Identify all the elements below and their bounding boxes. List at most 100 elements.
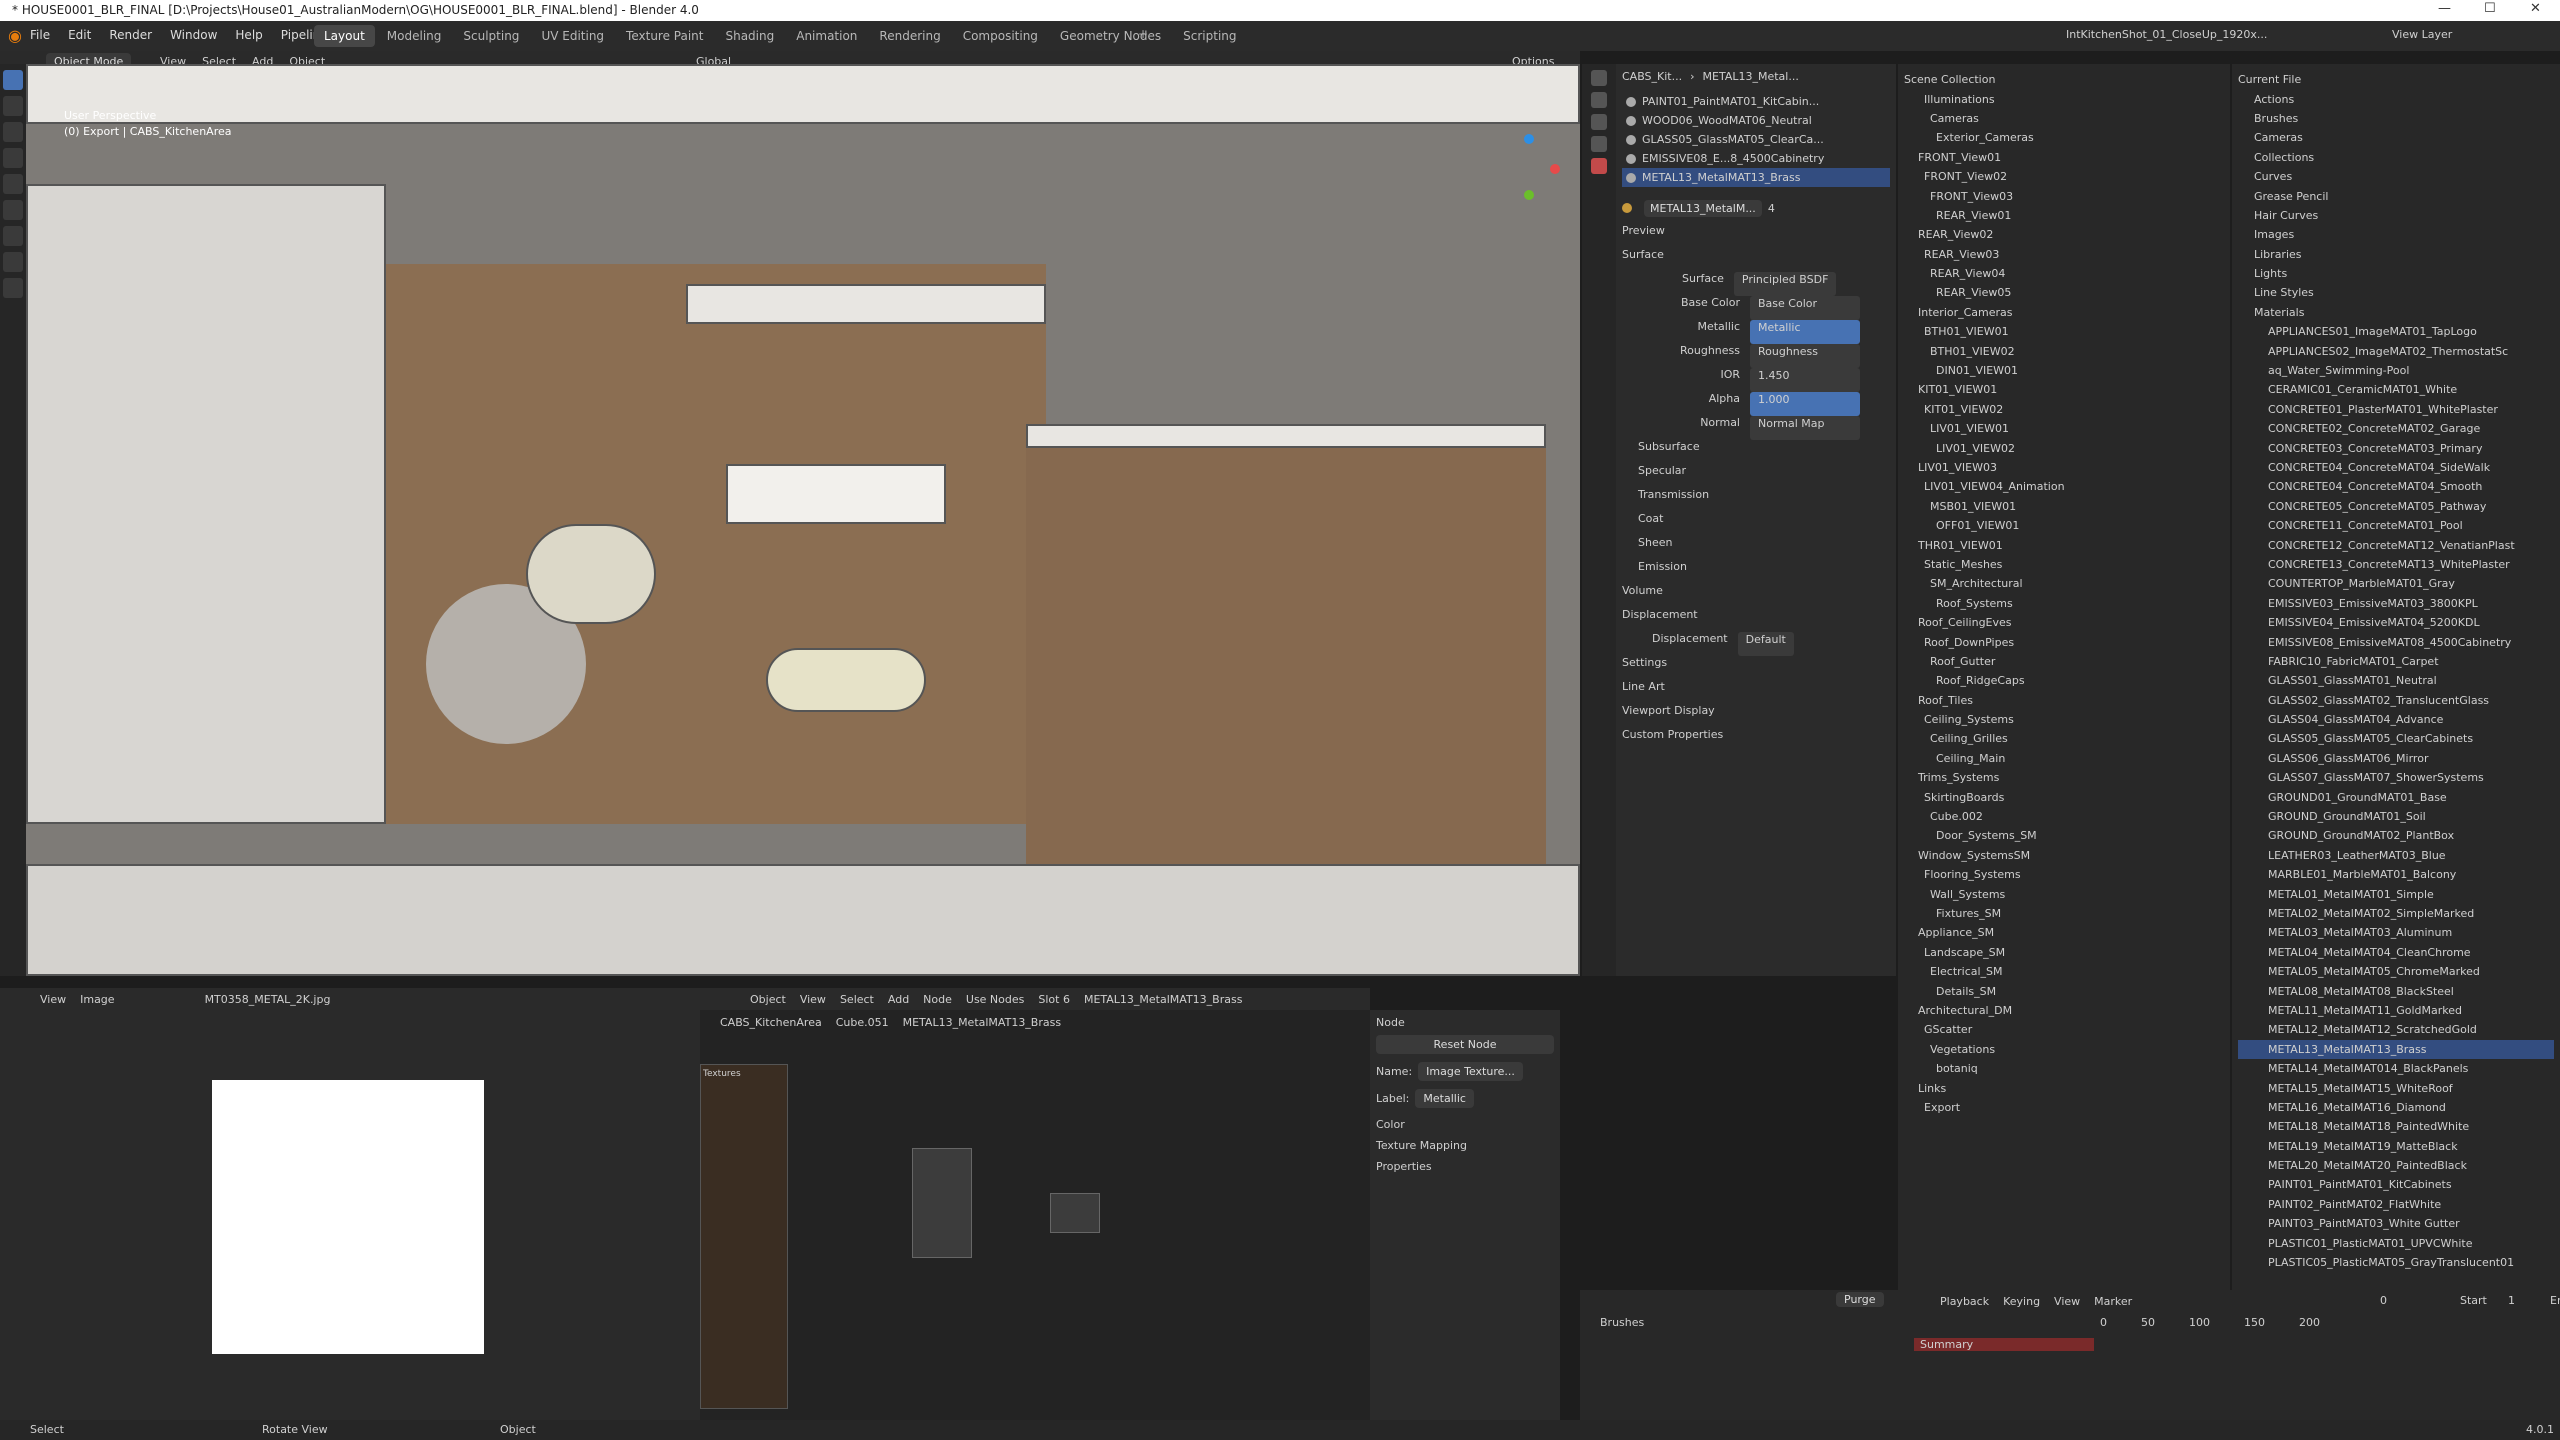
purge-button[interactable]: Purge — [1836, 1292, 1884, 1307]
outliner-item[interactable]: Window_SystemsSM — [1904, 846, 2224, 865]
blend-item[interactable]: CONCRETE04_ConcreteMAT04_Smooth — [2238, 477, 2554, 496]
use-nodes-toggle[interactable]: Use Nodes — [966, 993, 1025, 1006]
outliner-item[interactable]: Links — [1904, 1078, 2224, 1097]
outliner-item[interactable]: FRONT_View02 — [1904, 167, 2224, 186]
blend-item[interactable]: Current File — [2238, 70, 2554, 89]
blend-item[interactable]: PLASTIC05_PlasticMAT05_GrayTranslucent01 — [2238, 1253, 2554, 1272]
render-tab-icon[interactable] — [1591, 92, 1607, 108]
blend-item[interactable]: METAL01_MetalMAT01_Simple — [2238, 884, 2554, 903]
node-select-menu[interactable]: Select — [840, 993, 874, 1006]
select-tool-icon[interactable] — [3, 70, 23, 90]
outliner-item[interactable]: MSB01_VIEW01 — [1904, 497, 2224, 516]
node-mode[interactable]: Object — [750, 993, 786, 1006]
blend-item[interactable]: Actions — [2238, 89, 2554, 108]
blend-item[interactable]: CERAMIC01_CeramicMAT01_White — [2238, 380, 2554, 399]
outliner-item[interactable]: REAR_View04 — [1904, 264, 2224, 283]
slot-selector[interactable]: Slot 6 — [1038, 993, 1070, 1006]
panel-tail-1[interactable]: Line Art — [1622, 680, 1890, 704]
tab-7[interactable]: Rendering — [869, 25, 950, 47]
section-1[interactable]: Surface — [1622, 248, 1890, 272]
blend-item[interactable]: METAL19_MetalMAT19_MatteBlack — [2238, 1136, 2554, 1155]
blend-item[interactable]: COUNTERTOP_MarbleMAT01_Gray — [2238, 574, 2554, 593]
outliner-item[interactable]: DIN01_VIEW01 — [1904, 361, 2224, 380]
blend-item[interactable]: METAL03_MetalMAT03_Aluminum — [2238, 923, 2554, 942]
blend-item[interactable]: APPLIANCES01_ImageMAT01_TapLogo — [2238, 322, 2554, 341]
outliner-item[interactable]: Interior_Cameras — [1904, 303, 2224, 322]
blend-item[interactable]: CONCRETE04_ConcreteMAT04_SideWalk — [2238, 458, 2554, 477]
blend-item[interactable]: EMISSIVE04_EmissiveMAT04_5200KDL — [2238, 613, 2554, 632]
outliner-item[interactable]: GScatter — [1904, 1020, 2224, 1039]
panel-0[interactable]: Volume — [1622, 584, 1890, 608]
outliner-item[interactable]: Door_Systems_SM — [1904, 826, 2224, 845]
blend-item[interactable]: METAL15_MetalMAT15_WhiteRoof — [2238, 1078, 2554, 1097]
blend-item[interactable]: Hair Curves — [2238, 206, 2554, 225]
outliner-item[interactable]: SkirtingBoards — [1904, 787, 2224, 806]
outliner-item[interactable]: Vegetations — [1904, 1040, 2224, 1059]
timeline-menu-2[interactable]: View — [2054, 1295, 2080, 1308]
scene-tab-icon[interactable] — [1591, 136, 1607, 152]
outliner-item[interactable]: Ceiling_Grilles — [1904, 729, 2224, 748]
outliner-item[interactable]: Roof_DownPipes — [1904, 632, 2224, 651]
subsection-0[interactable]: Subsurface — [1622, 440, 1890, 464]
material-name[interactable]: METAL13_MetalM... — [1644, 199, 1762, 217]
outliner-item[interactable]: REAR_View01 — [1904, 206, 2224, 225]
properties-section[interactable]: Properties — [1370, 1156, 1560, 1177]
blend-item[interactable]: METAL14_MetalMAT014_BlackPanels — [2238, 1059, 2554, 1078]
blend-item[interactable]: CONCRETE11_ConcreteMAT01_Pool — [2238, 516, 2554, 535]
material-slot[interactable]: WOOD06_WoodMAT06_Neutral — [1622, 111, 1890, 130]
outliner-item[interactable]: Fixtures_SM — [1904, 904, 2224, 923]
measure-tool-icon[interactable] — [3, 252, 23, 272]
blend-item[interactable]: MARBLE01_MarbleMAT01_Balcony — [2238, 865, 2554, 884]
outliner-item[interactable]: FRONT_View01 — [1904, 148, 2224, 167]
input-value[interactable]: 1.450 — [1750, 368, 1860, 392]
outliner-item[interactable]: LIV01_VIEW04_Animation — [1904, 477, 2224, 496]
blend-item[interactable]: GROUND_GroundMAT01_Soil — [2238, 807, 2554, 826]
summary-channel[interactable]: Summary — [1914, 1338, 2094, 1351]
outliner-item[interactable]: Roof_CeilingEves — [1904, 613, 2224, 632]
blend-item[interactable]: METAL16_MetalMAT16_Diamond — [2238, 1098, 2554, 1117]
blend-item[interactable]: Curves — [2238, 167, 2554, 186]
subsection-1[interactable]: Specular — [1622, 464, 1890, 488]
outliner-item[interactable]: Details_SM — [1904, 981, 2224, 1000]
displacement-value[interactable]: Default — [1737, 632, 1794, 656]
blend-item[interactable]: EMISSIVE03_EmissiveMAT03_3800KPL — [2238, 594, 2554, 613]
blend-item[interactable]: CONCRETE02_ConcreteMAT02_Garage — [2238, 419, 2554, 438]
section-0[interactable]: Preview — [1622, 224, 1890, 248]
menu-3[interactable]: Window — [170, 28, 217, 42]
blend-item[interactable]: METAL18_MetalMAT18_PaintedWhite — [2238, 1117, 2554, 1136]
blend-item[interactable]: PAINT03_PaintMAT03_White Gutter — [2238, 1214, 2554, 1233]
add-workspace-icon[interactable]: + — [1138, 27, 1148, 41]
blend-item[interactable]: PAINT02_PaintMAT02_FlatWhite — [2238, 1195, 2554, 1214]
blend-item[interactable]: Grease Pencil — [2238, 186, 2554, 205]
blend-item[interactable]: Libraries — [2238, 245, 2554, 264]
blend-item[interactable]: Brushes — [2238, 109, 2554, 128]
outliner-item[interactable]: Landscape_SM — [1904, 943, 2224, 962]
blend-item[interactable]: METAL02_MetalMAT02_SimpleMarked — [2238, 904, 2554, 923]
node-menu[interactable]: Node — [923, 993, 952, 1006]
material-slot[interactable]: EMISSIVE08_E...8_4500Cabinetry — [1622, 149, 1890, 168]
panel-tail-3[interactable]: Custom Properties — [1622, 728, 1890, 752]
rotate-tool-icon[interactable] — [3, 148, 23, 168]
close-icon[interactable]: ✕ — [2530, 1, 2541, 16]
subsection-3[interactable]: Coat — [1622, 512, 1890, 536]
node-add-menu[interactable]: Add — [888, 993, 909, 1006]
blend-item[interactable]: aq_Water_Swimming-Pool — [2238, 361, 2554, 380]
node-material[interactable]: METAL13_MetalMAT13_Brass — [1084, 993, 1242, 1006]
image-view-menu[interactable]: View — [40, 993, 66, 1006]
tab-2[interactable]: Sculpting — [453, 25, 529, 47]
blend-item[interactable]: LEATHER03_LeatherMAT03_Blue — [2238, 846, 2554, 865]
outliner-item[interactable]: KIT01_VIEW02 — [1904, 400, 2224, 419]
blend-item[interactable]: CONCRETE13_ConcreteMAT13_WhitePlaster — [2238, 555, 2554, 574]
input-value[interactable]: Metallic — [1750, 320, 1860, 344]
blend-item[interactable]: CONCRETE05_ConcreteMAT05_Pathway — [2238, 497, 2554, 516]
blend-item[interactable]: Materials — [2238, 303, 2554, 322]
blend-item[interactable]: Collections — [2238, 148, 2554, 167]
add-cube-tool-icon[interactable] — [3, 278, 23, 298]
node-label-field[interactable]: Metallic — [1415, 1089, 1474, 1108]
tab-10[interactable]: Scripting — [1173, 25, 1246, 47]
material-datablock[interactable]: METAL13_MetalM... 4 — [1616, 196, 1896, 220]
image-name[interactable]: MT0358_METAL_2K.jpg — [205, 993, 331, 1006]
panel-tail-0[interactable]: Settings — [1622, 656, 1890, 680]
view-layer-selector[interactable]: View Layer — [2392, 28, 2452, 41]
tab-5[interactable]: Shading — [715, 25, 784, 47]
